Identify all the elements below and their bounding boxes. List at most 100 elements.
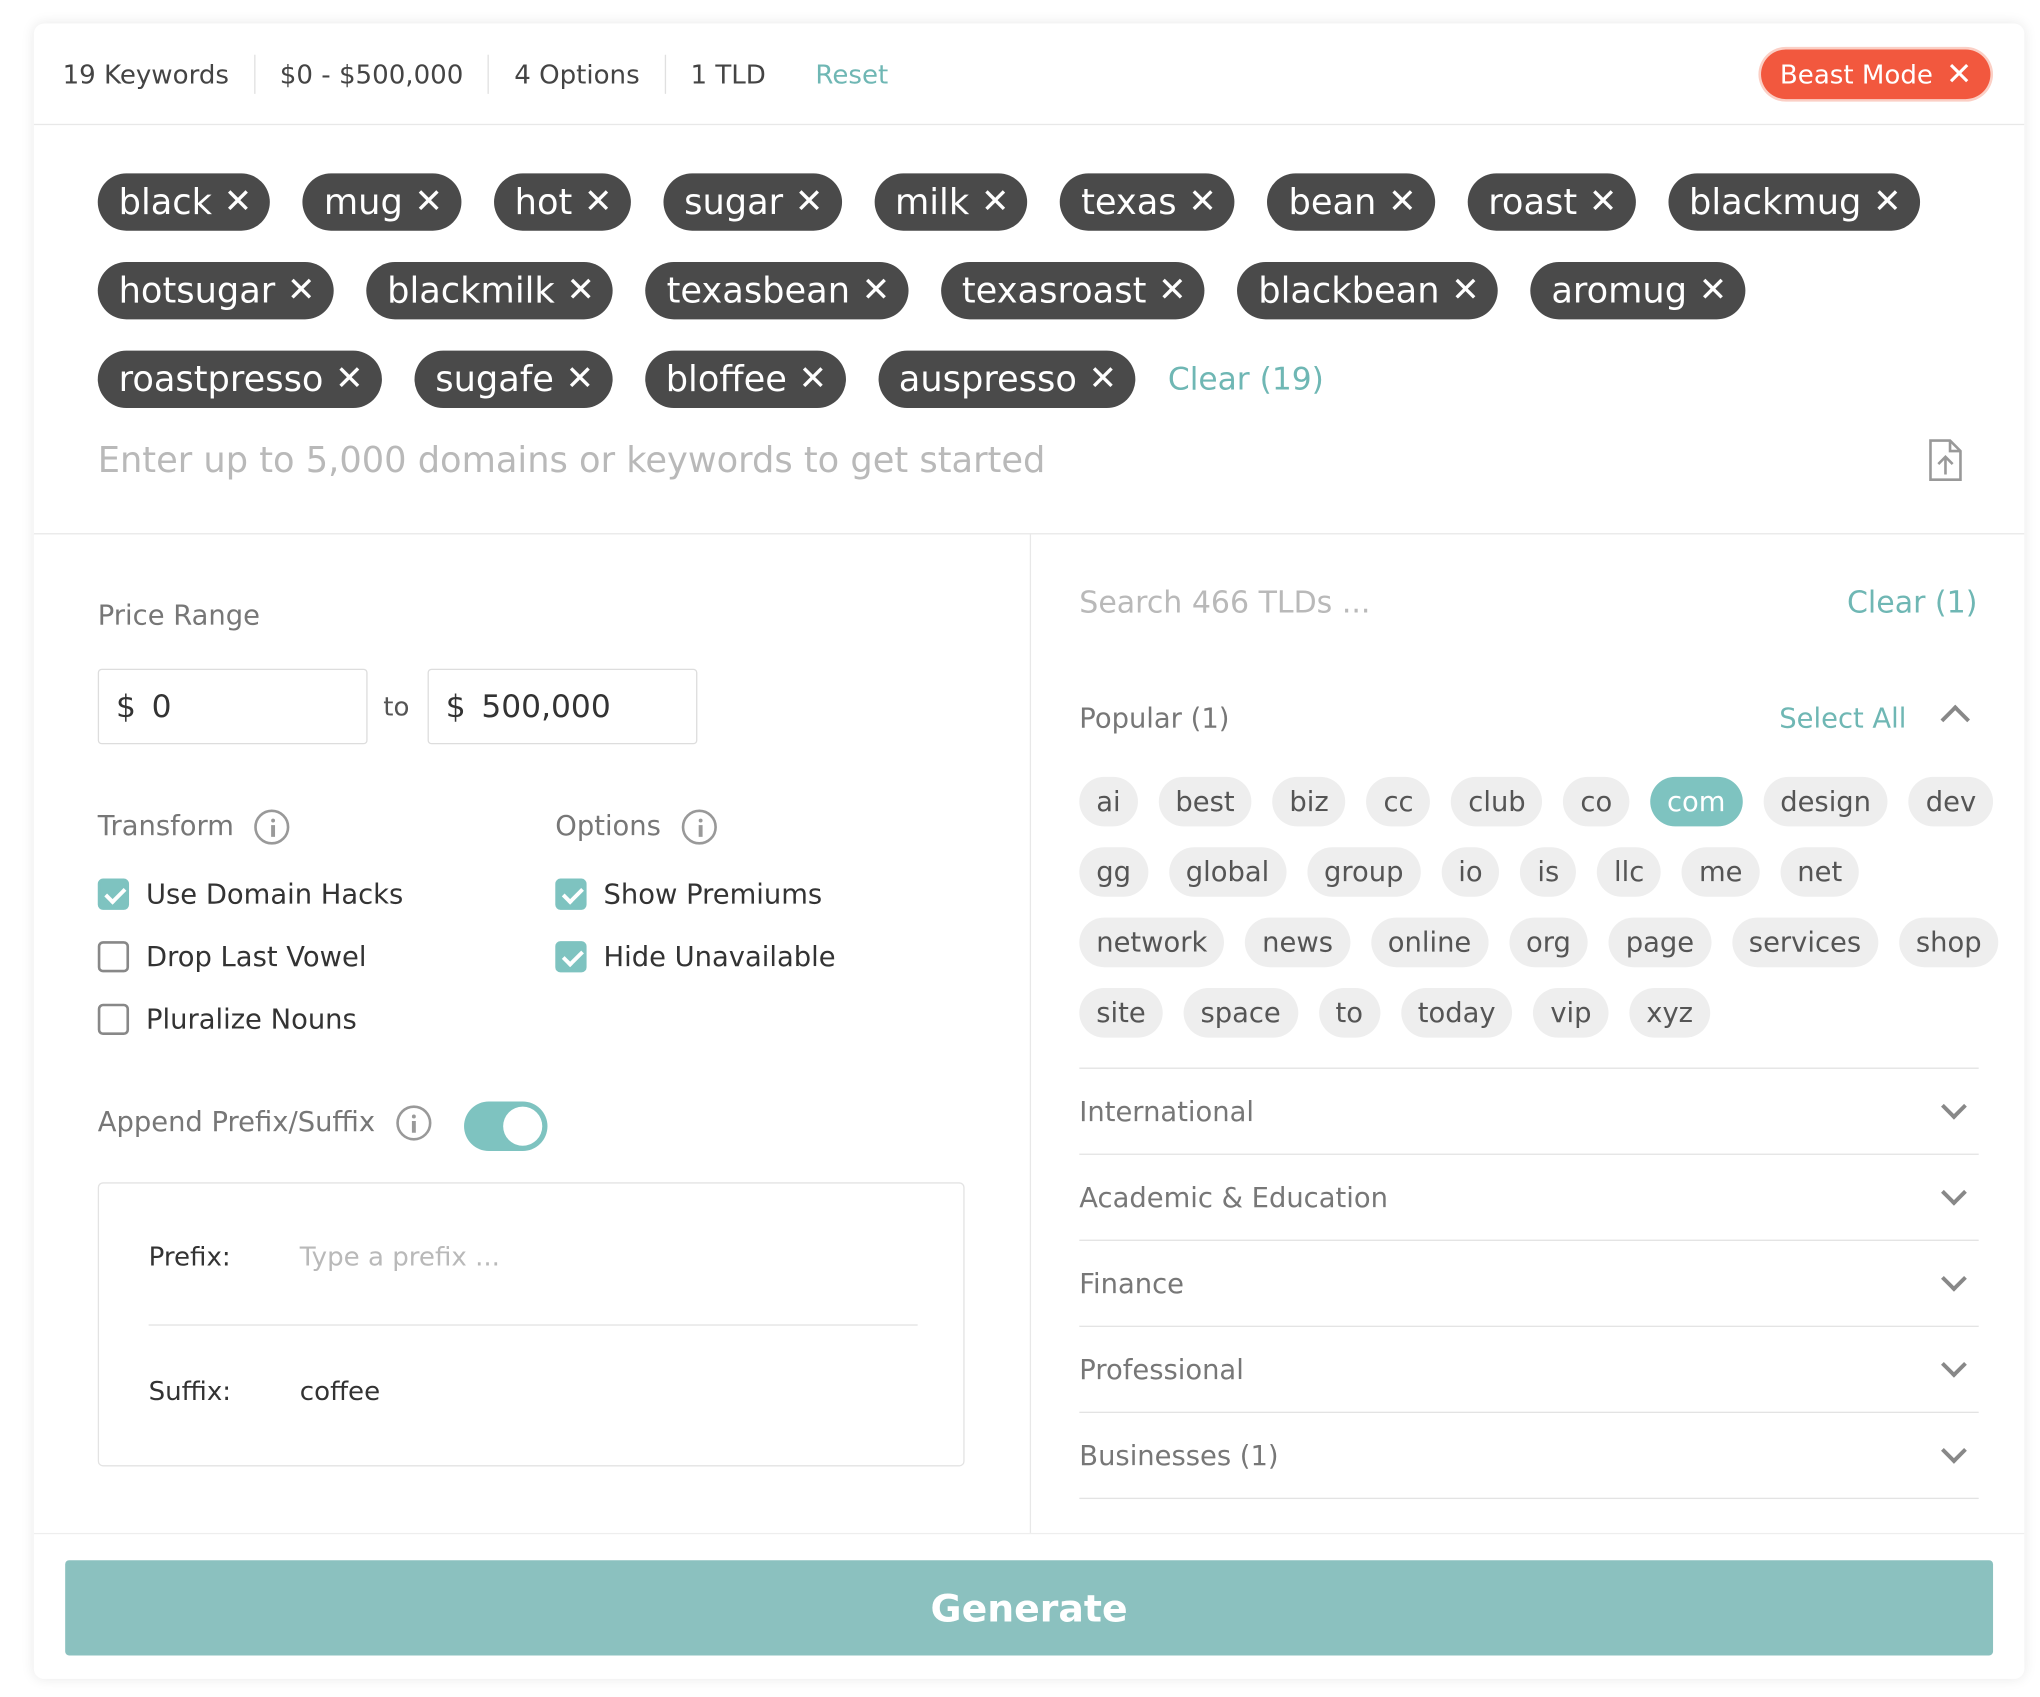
tld-chip[interactable]: news (1245, 917, 1350, 968)
keyword-tag: auspresso ✕ (877, 350, 1136, 408)
category-international[interactable]: International (1079, 1067, 1979, 1154)
tld-chip[interactable]: club (1451, 776, 1543, 827)
tld-chip[interactable]: to (1318, 988, 1380, 1038)
tld-chip[interactable]: page (1608, 917, 1712, 968)
remove-tag-icon[interactable]: ✕ (566, 271, 594, 310)
affix-toggle[interactable] (464, 1101, 548, 1151)
remove-tag-icon[interactable]: ✕ (1188, 182, 1216, 221)
info-icon[interactable] (681, 809, 717, 845)
tld-chip[interactable]: group (1307, 847, 1421, 897)
remove-tag-icon[interactable]: ✕ (1589, 182, 1617, 221)
checkbox-empty-icon[interactable] (97, 1003, 130, 1035)
tld-chip[interactable]: best (1158, 776, 1252, 827)
tld-chip[interactable]: biz (1272, 776, 1346, 827)
drop-last-vowel-checkbox[interactable]: Drop Last Vowel (97, 941, 366, 973)
tld-chip[interactable]: io (1441, 847, 1500, 897)
tld-chip[interactable]: online (1370, 917, 1489, 968)
category-finance[interactable]: Finance (1079, 1239, 1979, 1326)
remove-tag-icon[interactable]: ✕ (1158, 271, 1186, 310)
tld-search-input[interactable]: Search 466 TLDs ... (1079, 587, 1370, 621)
remove-tag-icon[interactable]: ✕ (584, 182, 612, 221)
reset-link[interactable]: Reset (791, 58, 888, 89)
remove-tag-icon[interactable]: ✕ (335, 360, 363, 399)
keyword-tag: roast ✕ (1467, 173, 1636, 231)
remove-tag-icon[interactable]: ✕ (1451, 271, 1479, 310)
prefix-input[interactable]: Type a prefix ... (300, 1241, 500, 1272)
close-icon[interactable]: ✕ (1946, 56, 1972, 92)
tld-chip[interactable]: services (1731, 917, 1879, 968)
tld-chip[interactable]: xyz (1629, 988, 1710, 1038)
tld-chip[interactable]: co (1563, 776, 1630, 827)
tld-chip[interactable]: shop (1898, 917, 1999, 968)
tld-chip[interactable]: today (1400, 988, 1513, 1038)
remove-tag-icon[interactable]: ✕ (1388, 182, 1416, 221)
max-price-input[interactable]: $ 500,000 (427, 668, 698, 745)
tld-chip[interactable]: cc (1366, 776, 1431, 827)
footer: Generate (33, 1532, 2025, 1679)
tld-chip[interactable]: vip (1533, 988, 1609, 1038)
tld-chip[interactable]: network (1079, 917, 1225, 968)
keyword-tag-label: texasbean (666, 270, 851, 311)
keyword-tag-label: sugafe (435, 359, 554, 400)
chevron-up-icon[interactable] (1940, 704, 1970, 735)
info-icon[interactable] (254, 809, 290, 845)
info-icon[interactable] (395, 1105, 432, 1141)
min-price-input[interactable]: $ 0 (97, 668, 368, 745)
show-premiums-checkbox[interactable]: Show Premiums (555, 878, 822, 910)
keyword-tag-label: blackmilk (387, 270, 555, 311)
checkbox-checked-icon[interactable] (555, 878, 587, 910)
min-price-value: 0 (151, 688, 172, 725)
tld-chip[interactable]: gg (1079, 847, 1148, 897)
keyword-tag-label: milk (894, 181, 970, 223)
suffix-input[interactable]: coffee (300, 1375, 380, 1406)
keyword-tag-list: black ✕ mug ✕ hot ✕ sugar ✕ milk ✕ texas ✕ bean ✕ roas… (97, 173, 1949, 439)
keyword-tag: mug ✕ (303, 173, 462, 231)
tld-chip[interactable]: global (1168, 847, 1287, 897)
remove-tag-icon[interactable]: ✕ (1699, 271, 1727, 310)
remove-tag-icon[interactable]: ✕ (1873, 182, 1901, 221)
keyword-tag: sugafe ✕ (414, 350, 613, 408)
remove-tag-icon[interactable]: ✕ (224, 182, 252, 221)
keyword-tag: sugar ✕ (663, 173, 842, 231)
keyword-tag-label: sugar (684, 181, 784, 223)
generate-button[interactable]: Generate (65, 1560, 1994, 1656)
remove-tag-icon[interactable]: ✕ (1089, 360, 1117, 399)
remove-tag-icon[interactable]: ✕ (795, 182, 823, 221)
tld-chip[interactable]: dev (1908, 776, 1994, 827)
tld-chip[interactable]: space (1183, 988, 1298, 1038)
tld-chip[interactable]: site (1079, 988, 1163, 1038)
checkbox-empty-icon[interactable] (97, 941, 130, 973)
clear-tlds-link[interactable]: Clear (1) (1847, 587, 1977, 621)
remove-tag-icon[interactable]: ✕ (287, 271, 315, 310)
pluralize-nouns-checkbox[interactable]: Pluralize Nouns (97, 1003, 357, 1035)
clear-keywords-link[interactable]: Clear (19) (1168, 361, 1324, 397)
tld-chip[interactable]: llc (1597, 847, 1662, 897)
category-businesses[interactable]: Businesses (1) (1079, 1411, 1979, 1498)
tld-chip[interactable]: com (1650, 776, 1743, 827)
hide-unavailable-checkbox[interactable]: Hide Unavailable (555, 941, 836, 973)
beast-mode-button[interactable]: Beast Mode ✕ (1761, 49, 1991, 100)
tld-chip[interactable]: ai (1079, 776, 1138, 827)
use-domain-hacks-checkbox[interactable]: Use Domain Hacks (97, 878, 403, 910)
keyword-tag-label: black (118, 181, 213, 223)
keyword-tag: texas ✕ (1060, 173, 1236, 231)
select-all-link[interactable]: Select All (1779, 703, 1906, 734)
keyword-input[interactable]: Enter up to 5,000 domains or keywords to… (98, 441, 1046, 481)
tld-chip[interactable]: net (1780, 847, 1860, 897)
tld-chip[interactable]: org (1509, 917, 1588, 968)
remove-tag-icon[interactable]: ✕ (862, 271, 890, 310)
remove-tag-icon[interactable]: ✕ (566, 360, 594, 399)
keyword-tag-row: black ✕ mug ✕ hot ✕ sugar ✕ milk ✕ texas ✕ bean ✕ roas… (97, 173, 1949, 231)
remove-tag-icon[interactable]: ✕ (799, 360, 827, 399)
category-academic-education[interactable]: Academic & Education (1079, 1153, 1979, 1240)
checkbox-checked-icon[interactable] (555, 941, 587, 973)
remove-tag-icon[interactable]: ✕ (981, 182, 1009, 221)
file-upload-icon[interactable] (1925, 438, 1964, 482)
remove-tag-icon[interactable]: ✕ (415, 182, 443, 221)
tld-chip[interactable]: design (1763, 776, 1888, 827)
category-professional[interactable]: Professional (1079, 1325, 1979, 1412)
checkbox-checked-icon[interactable] (97, 878, 130, 910)
tld-chip[interactable]: is (1520, 847, 1577, 897)
keyword-tag-label: hot (514, 181, 573, 223)
tld-chip[interactable]: me (1682, 847, 1760, 897)
